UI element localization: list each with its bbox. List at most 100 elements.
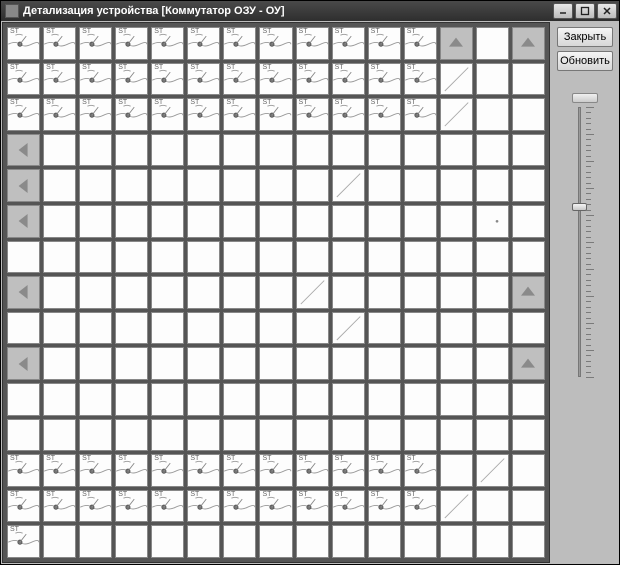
grid-arrow-up[interactable]	[512, 276, 545, 309]
grid-cell[interactable]	[151, 312, 184, 345]
grid-cell[interactable]: ST	[151, 490, 184, 523]
grid-cell[interactable]	[404, 312, 437, 345]
grid-cell[interactable]: ST	[187, 98, 220, 131]
grid-cell[interactable]: ST	[404, 98, 437, 131]
grid-cell[interactable]	[151, 347, 184, 380]
grid-cell[interactable]	[223, 134, 256, 167]
grid-cell[interactable]	[115, 383, 148, 416]
close-button[interactable]: Закрыть	[557, 27, 613, 47]
grid-cell[interactable]: ST	[296, 63, 329, 96]
grid-cell[interactable]	[332, 525, 365, 558]
grid-cell[interactable]	[43, 169, 76, 202]
grid-cell[interactable]	[476, 276, 509, 309]
grid-cell[interactable]	[187, 169, 220, 202]
grid-cell[interactable]	[187, 347, 220, 380]
grid-cell[interactable]	[223, 347, 256, 380]
grid-cell[interactable]: ST	[43, 27, 76, 60]
grid-cell[interactable]	[223, 241, 256, 274]
grid-cell[interactable]: ST	[259, 490, 292, 523]
grid-cell[interactable]	[476, 525, 509, 558]
grid-cell[interactable]	[512, 63, 545, 96]
grid-cell[interactable]: ST	[7, 454, 40, 487]
grid-cell[interactable]: ST	[43, 490, 76, 523]
grid-cell[interactable]	[512, 241, 545, 274]
grid-cell[interactable]	[115, 276, 148, 309]
grid-cell[interactable]	[151, 419, 184, 452]
grid-cell[interactable]	[296, 134, 329, 167]
zoom-slider[interactable]	[570, 93, 600, 377]
grid-cell[interactable]	[404, 347, 437, 380]
grid-cell[interactable]	[440, 205, 473, 238]
grid-cell[interactable]	[368, 205, 401, 238]
grid-cell[interactable]	[115, 525, 148, 558]
grid-cell[interactable]: ST	[79, 27, 112, 60]
grid-cell[interactable]	[332, 205, 365, 238]
grid-cell[interactable]	[512, 169, 545, 202]
grid-cell[interactable]	[476, 241, 509, 274]
grid-cell[interactable]	[404, 419, 437, 452]
grid-cell[interactable]: ST	[223, 490, 256, 523]
grid-cell[interactable]	[7, 419, 40, 452]
grid-cell[interactable]: ST	[368, 63, 401, 96]
grid-cell[interactable]	[79, 241, 112, 274]
grid-cell[interactable]	[296, 419, 329, 452]
grid-cell[interactable]	[368, 383, 401, 416]
grid-cell[interactable]	[187, 383, 220, 416]
grid-cell[interactable]: ST	[223, 63, 256, 96]
grid-cell[interactable]	[332, 419, 365, 452]
grid-cell[interactable]: ST	[7, 490, 40, 523]
grid-cell[interactable]	[43, 276, 76, 309]
grid-cell[interactable]	[440, 276, 473, 309]
grid-cell[interactable]: ST	[43, 454, 76, 487]
grid-cell[interactable]	[43, 347, 76, 380]
grid-cell[interactable]	[223, 205, 256, 238]
grid-cell[interactable]	[512, 312, 545, 345]
grid-cell[interactable]	[440, 419, 473, 452]
grid-cell[interactable]	[259, 205, 292, 238]
grid-cell[interactable]	[476, 27, 509, 60]
grid-arrow-left[interactable]	[7, 347, 40, 380]
grid-cell[interactable]	[512, 454, 545, 487]
grid-cell[interactable]: ST	[332, 63, 365, 96]
grid-cell[interactable]: ST	[43, 63, 76, 96]
grid-cell[interactable]	[151, 383, 184, 416]
grid-cell[interactable]	[476, 63, 509, 96]
grid-cell[interactable]	[115, 419, 148, 452]
grid-cell[interactable]: ST	[259, 63, 292, 96]
grid-cell[interactable]	[187, 525, 220, 558]
grid-cell[interactable]: ST	[223, 98, 256, 131]
grid-cell[interactable]: ST	[187, 27, 220, 60]
grid-cell[interactable]: ST	[187, 63, 220, 96]
grid-arrow-left[interactable]	[7, 169, 40, 202]
grid-cell[interactable]	[187, 241, 220, 274]
grid-cell[interactable]	[476, 490, 509, 523]
grid-cell[interactable]	[368, 347, 401, 380]
grid-cell[interactable]	[79, 347, 112, 380]
grid-cell[interactable]	[368, 419, 401, 452]
grid-cell[interactable]: ST	[115, 490, 148, 523]
grid-cell[interactable]	[296, 347, 329, 380]
grid-cell[interactable]	[43, 312, 76, 345]
grid-arrow-left[interactable]	[7, 205, 40, 238]
grid-cell[interactable]	[332, 347, 365, 380]
grid-cell[interactable]	[43, 419, 76, 452]
grid-arrow-up[interactable]	[512, 347, 545, 380]
grid-cell[interactable]	[332, 312, 365, 345]
grid-cell[interactable]: ST	[187, 454, 220, 487]
grid-cell[interactable]: ST	[115, 27, 148, 60]
grid-cell[interactable]	[512, 98, 545, 131]
grid-cell[interactable]: ST	[79, 490, 112, 523]
grid-cell[interactable]: ST	[332, 490, 365, 523]
grid-cell[interactable]	[476, 347, 509, 380]
grid-cell[interactable]	[115, 347, 148, 380]
grid-cell[interactable]	[512, 383, 545, 416]
grid-cell[interactable]	[259, 241, 292, 274]
grid-cell[interactable]	[43, 134, 76, 167]
grid-cell[interactable]	[440, 134, 473, 167]
grid-cell[interactable]	[440, 241, 473, 274]
grid-cell[interactable]	[368, 525, 401, 558]
grid-cell[interactable]	[151, 134, 184, 167]
grid-arrow-up[interactable]	[440, 27, 473, 60]
grid-cell[interactable]	[79, 205, 112, 238]
grid-cell[interactable]	[440, 383, 473, 416]
